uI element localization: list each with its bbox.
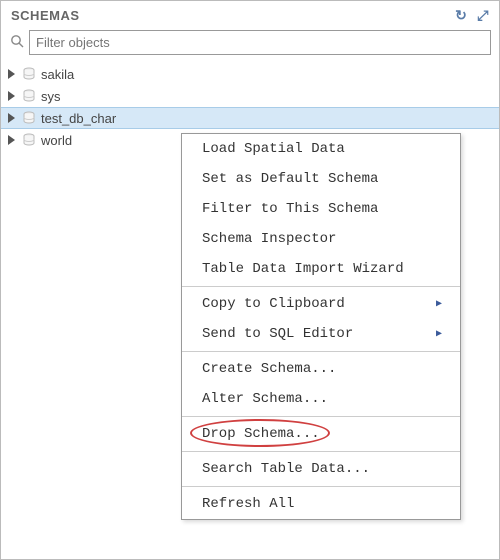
panel-title: SCHEMAS [11,8,80,23]
menu-item-copy-clipboard[interactable]: Copy to Clipboard ▶ [182,289,460,319]
expand-arrow-icon[interactable] [7,69,17,79]
panel-header: SCHEMAS ↻ ⤢ [1,1,499,28]
submenu-arrow-icon: ▶ [436,298,442,310]
menu-item-filter-to-schema[interactable]: Filter to This Schema [182,194,460,224]
tree-item-sys[interactable]: sys [1,85,499,107]
menu-item-table-import-wizard[interactable]: Table Data Import Wizard [182,254,460,284]
menu-item-label: Set as Default Schema [202,171,378,187]
expand-icon[interactable]: ⤢ [477,7,489,24]
menu-item-label: Copy to Clipboard [202,296,345,312]
expand-arrow-icon[interactable] [7,91,17,101]
menu-item-label: Create Schema... [202,361,336,377]
search-icon [9,34,25,51]
search-input[interactable] [29,30,491,55]
menu-item-label: Load Spatial Data [202,141,345,157]
tree-item-label: sys [41,89,61,104]
menu-item-schema-inspector[interactable]: Schema Inspector [182,224,460,254]
menu-item-label: Table Data Import Wizard [202,261,404,277]
menu-item-label: Drop Schema... [202,426,320,442]
menu-item-alter-schema[interactable]: Alter Schema... [182,384,460,414]
menu-item-label: Search Table Data... [202,461,370,477]
tree-item-test-db-char[interactable]: test_db_char [1,107,499,129]
header-icons: ↻ ⤢ [455,7,489,24]
menu-item-label: Alter Schema... [202,391,328,407]
menu-item-set-default-schema[interactable]: Set as Default Schema [182,164,460,194]
expand-arrow-icon[interactable] [7,135,17,145]
expand-arrow-icon[interactable] [7,113,17,123]
menu-item-label: Refresh All [202,496,294,512]
menu-separator [182,486,460,487]
database-icon [21,88,37,104]
tree-item-label: world [41,133,72,148]
refresh-icon[interactable]: ↻ [455,7,467,24]
menu-separator [182,286,460,287]
tree-item-label: sakila [41,67,74,82]
database-icon [21,132,37,148]
context-menu: Load Spatial Data Set as Default Schema … [181,133,461,520]
database-icon [21,110,37,126]
menu-separator [182,416,460,417]
menu-item-label: Schema Inspector [202,231,336,247]
menu-item-refresh-all[interactable]: Refresh All [182,489,460,519]
menu-item-load-spatial-data[interactable]: Load Spatial Data [182,134,460,164]
menu-item-drop-schema[interactable]: Drop Schema... [182,419,460,449]
tree-item-sakila[interactable]: sakila [1,63,499,85]
menu-separator [182,351,460,352]
search-row [1,28,499,61]
tree-item-label: test_db_char [41,111,116,126]
menu-item-search-table-data[interactable]: Search Table Data... [182,454,460,484]
menu-item-create-schema[interactable]: Create Schema... [182,354,460,384]
submenu-arrow-icon: ▶ [436,328,442,340]
menu-item-send-sql-editor[interactable]: Send to SQL Editor ▶ [182,319,460,349]
menu-item-label: Send to SQL Editor [202,326,353,342]
menu-item-label: Filter to This Schema [202,201,378,217]
menu-separator [182,451,460,452]
database-icon [21,66,37,82]
